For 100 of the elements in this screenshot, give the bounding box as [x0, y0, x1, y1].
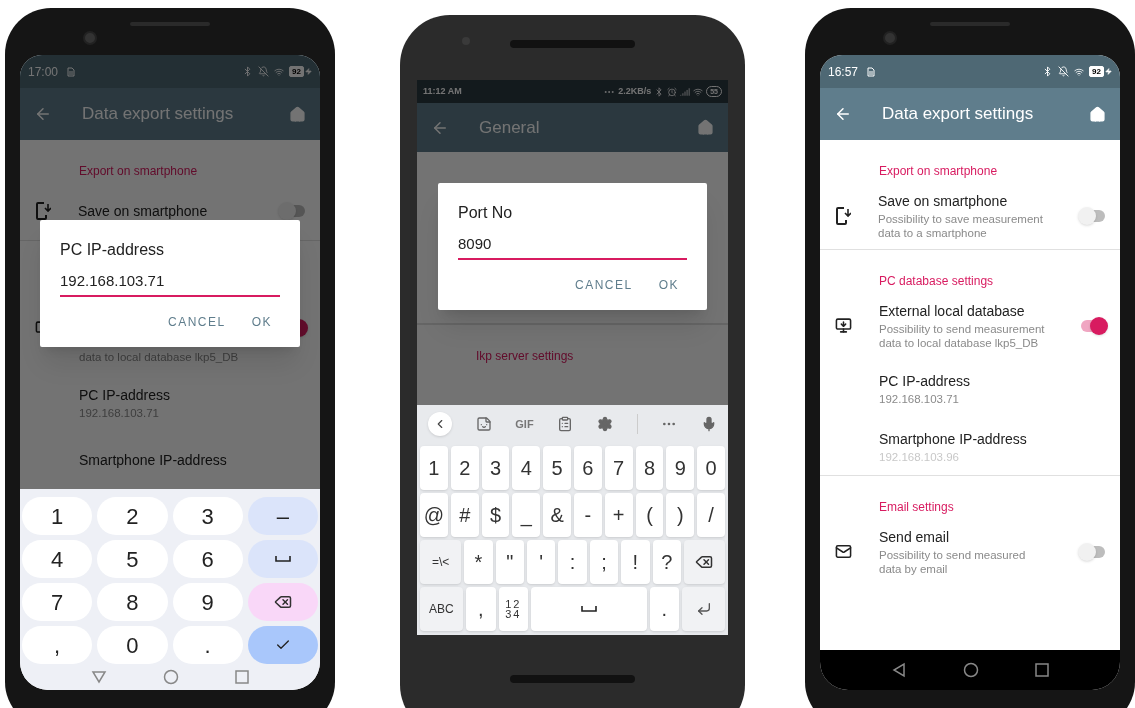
front-camera	[83, 31, 97, 45]
dialog-button[interactable]: OK	[650, 273, 687, 296]
wifi-icon	[1074, 66, 1085, 77]
battery-indicator: 92	[1089, 66, 1104, 77]
keyboard-key[interactable]: 7	[604, 446, 633, 490]
keypad-key[interactable]: –	[247, 497, 318, 535]
section-header: PC database settings	[879, 274, 994, 288]
dialog-button[interactable]: CANCEL	[566, 273, 641, 296]
keyboard-key[interactable]: :	[558, 540, 587, 584]
dialog-title: Port No	[458, 203, 514, 223]
keyboard-key[interactable]: 2	[450, 446, 479, 490]
home-icon[interactable]	[1089, 105, 1106, 123]
bell-off-icon	[1058, 66, 1070, 77]
keyboard-key[interactable]: 1	[420, 446, 448, 490]
home-icon[interactable]	[289, 105, 306, 123]
signal-icon	[680, 86, 691, 97]
keypad-key[interactable]: 7	[22, 583, 93, 621]
keyboard-key[interactable]: ABC	[420, 587, 463, 631]
keyboard-key[interactable]: ,	[465, 587, 496, 631]
keyboard-key[interactable]: 0	[697, 446, 725, 490]
keyboard-key[interactable]: ;	[589, 540, 619, 584]
keyboard-key[interactable]: $	[481, 493, 510, 537]
dialog-title: PC IP-address	[60, 240, 166, 260]
space-icon	[580, 605, 597, 613]
keypad-key[interactable]: 0	[97, 626, 168, 664]
status-time: 16:57	[828, 63, 859, 81]
setting-title: PC IP-address	[879, 371, 972, 391]
home-icon[interactable]	[697, 119, 714, 136]
alarm-icon	[667, 86, 678, 97]
keyboard-key[interactable]: !	[621, 540, 650, 584]
keyboard-key[interactable]: 5	[543, 446, 571, 490]
keyboard-key[interactable]: 8	[635, 446, 664, 490]
setting-description: Possibility to save measurement data to a smartphone	[878, 212, 1044, 240]
recents-square-icon[interactable]	[235, 670, 249, 684]
dialog-button[interactable]: OK	[243, 310, 280, 333]
keyboard-key[interactable]: &	[543, 493, 571, 537]
clipboard-icon[interactable]	[557, 416, 574, 432]
keyboard-key[interactable]: )	[666, 493, 695, 537]
keypad-key[interactable]: ,	[22, 626, 93, 664]
setting-title: External local database	[879, 302, 1026, 321]
keypad-key[interactable]: 3	[172, 497, 243, 535]
keyboard-key[interactable]: 6	[574, 446, 602, 490]
app-bar-title: Data export settings	[82, 103, 235, 126]
space-icon	[274, 555, 291, 563]
keyboard-key[interactable]: *	[464, 540, 493, 584]
input-field[interactable]: 8090	[458, 233, 687, 260]
setting-description: Possibility to send measurement data to local database lkp5_DB	[879, 322, 1046, 350]
app-bar-title: Data export settings	[882, 103, 1035, 126]
wifi-icon	[693, 86, 704, 97]
home-circle-icon[interactable]	[163, 669, 179, 685]
setting-description: Possibility to send measured data by email	[879, 548, 1027, 576]
keyboard-key[interactable]: #	[450, 493, 479, 537]
keyboard-key[interactable]: /	[697, 493, 725, 537]
setting-title: Smartphone IP-address	[879, 429, 1028, 449]
keyboard-key[interactable]: 3	[481, 446, 510, 490]
home-circle-icon[interactable]	[963, 662, 979, 678]
keyboard-key[interactable]: ?	[652, 540, 681, 584]
keyboard-key[interactable]: _	[512, 493, 541, 537]
keypad-key[interactable]	[247, 583, 318, 621]
keyboard-key[interactable]: (	[635, 493, 664, 537]
keyboard-key[interactable]	[683, 540, 726, 584]
keyboard-key[interactable]: 9	[666, 446, 695, 490]
setting-title: Smartphone IP-address	[79, 450, 228, 470]
gif-button[interactable]: GIF	[515, 415, 534, 433]
keypad-key[interactable]: 9	[172, 583, 243, 621]
back-triangle-icon[interactable]	[91, 669, 107, 685]
keypad-key[interactable]: 1	[22, 497, 93, 535]
dialog-button[interactable]: CANCEL	[159, 310, 234, 333]
section-header: Export on smartphone	[879, 164, 998, 178]
sticker-icon[interactable]	[475, 416, 492, 432]
bluetooth-icon	[654, 86, 665, 97]
keyboard-key[interactable]: 12 34	[498, 587, 529, 631]
keypad-key[interactable]: 6	[172, 540, 243, 578]
keypad-key[interactable]: 4	[22, 540, 93, 578]
sim-card-icon	[867, 66, 876, 77]
wifi-icon	[274, 66, 285, 77]
keypad-key[interactable]: 2	[97, 497, 168, 535]
keypad-key[interactable]: 5	[97, 540, 168, 578]
input-field[interactable]: 192.168.103.71	[60, 270, 280, 297]
recents-square-icon[interactable]	[1035, 663, 1049, 677]
settings-icon[interactable]	[596, 416, 613, 432]
keypad-key[interactable]: 8	[97, 583, 168, 621]
setting-description: 192.168.103.71	[879, 391, 960, 406]
section-header: Ikp server settings	[476, 349, 574, 363]
keyboard-key[interactable]: 4	[512, 446, 541, 490]
status-time: 17:00	[28, 63, 59, 81]
back-button[interactable]	[428, 412, 452, 436]
front-camera	[883, 31, 897, 45]
bell-off-icon	[258, 66, 270, 77]
keyboard-key[interactable]: "	[495, 540, 524, 584]
back-triangle-icon[interactable]	[891, 662, 907, 678]
enter-icon	[695, 601, 712, 617]
keyboard-key[interactable]: @	[420, 493, 448, 537]
keyboard-key[interactable]: =\<	[420, 540, 462, 584]
phone-download-icon	[835, 206, 851, 225]
keyboard-key[interactable]: .	[649, 587, 680, 631]
keypad-key[interactable]: .	[172, 626, 243, 664]
keyboard-key[interactable]: +	[604, 493, 633, 537]
keyboard-key[interactable]: '	[526, 540, 556, 584]
keyboard-key[interactable]: -	[574, 493, 602, 537]
